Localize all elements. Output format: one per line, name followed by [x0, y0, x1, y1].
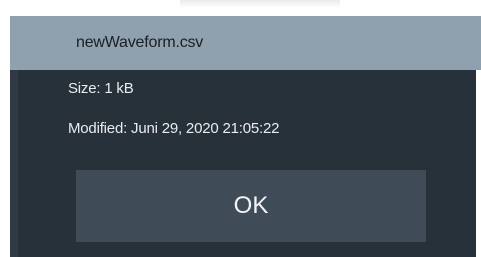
screen: newWaveform.csv Size: 1 kB Modified: Jun… — [0, 0, 481, 257]
background-header-remnant — [180, 0, 340, 8]
dialog-title: newWaveform.csv — [76, 34, 204, 51]
ok-button[interactable]: OK — [76, 170, 426, 242]
dialog-title-bar: newWaveform.csv — [10, 16, 481, 70]
file-size-text: Size: 1 kB — [68, 80, 134, 97]
file-modified-text: Modified: Juni 29, 2020 21:05:22 — [68, 120, 280, 137]
right-edge-divider — [476, 70, 481, 257]
